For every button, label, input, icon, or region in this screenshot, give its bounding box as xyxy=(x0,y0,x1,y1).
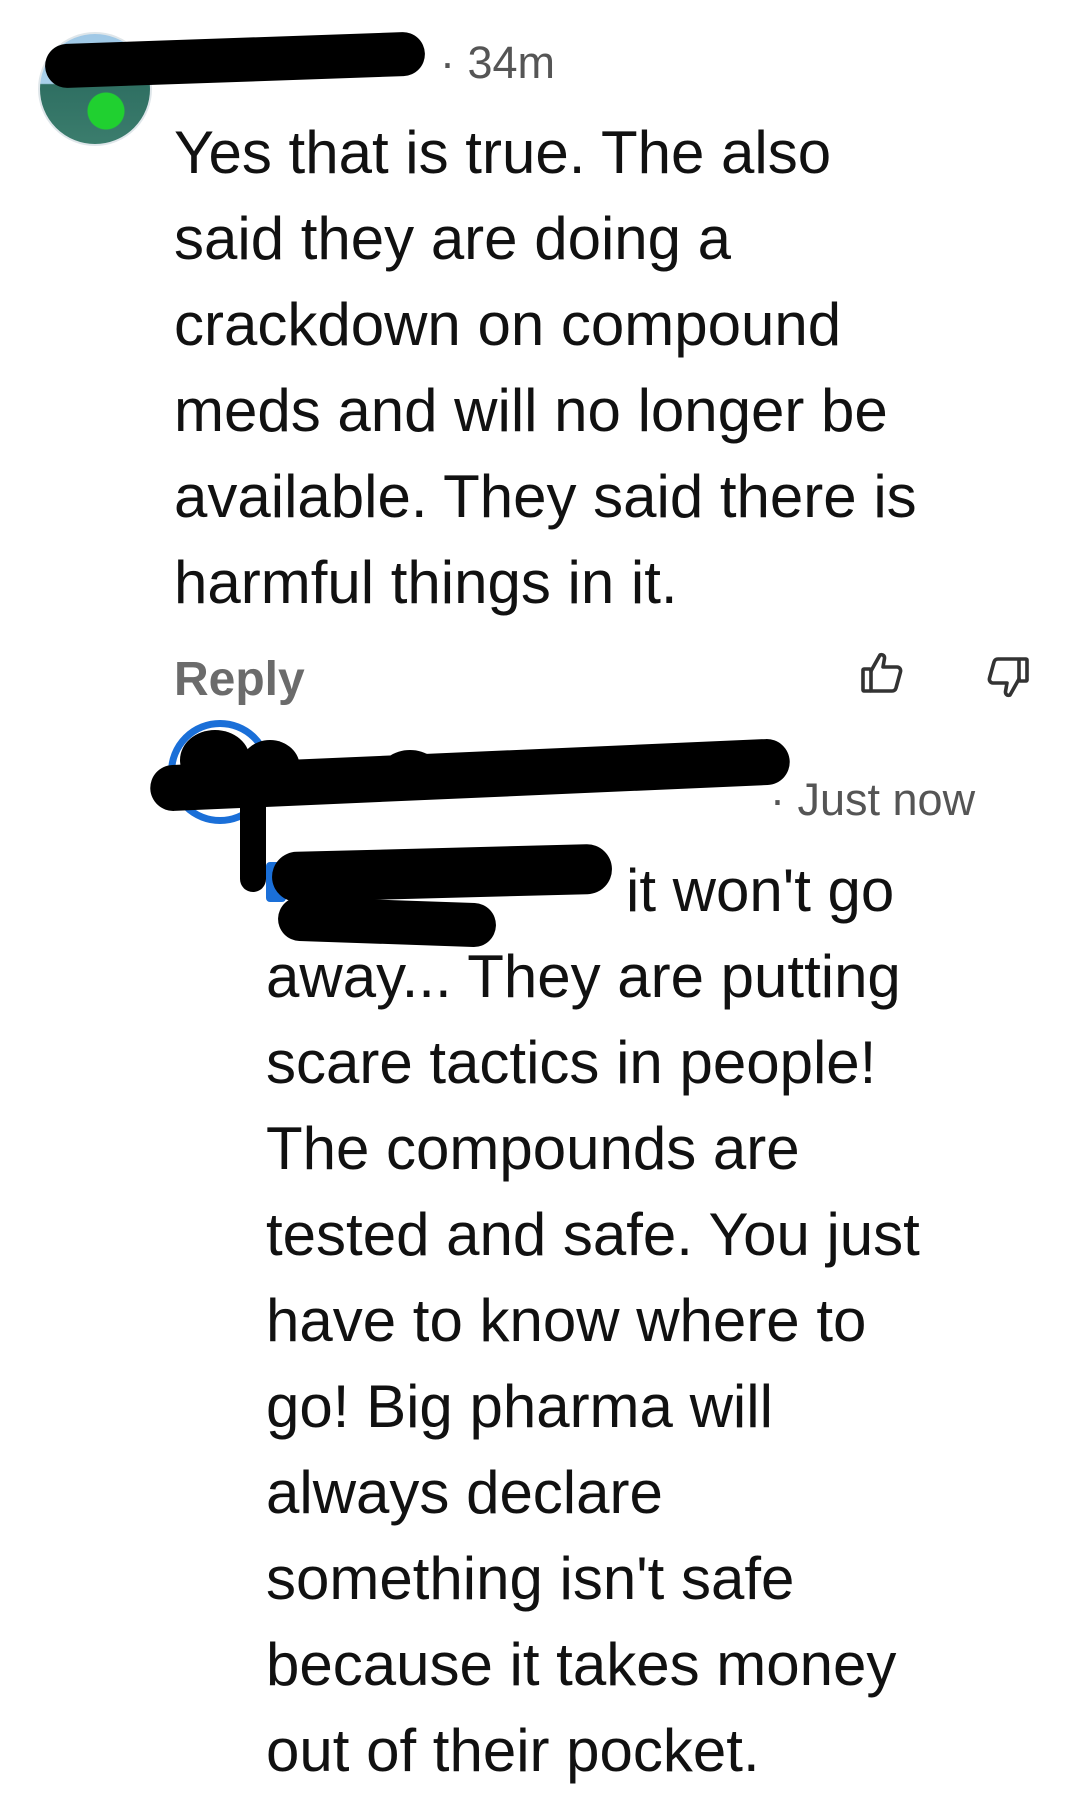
redacted-scribble xyxy=(240,780,266,892)
comment-line: Yes that is true. The also xyxy=(174,119,832,186)
reply-button[interactable]: Reply xyxy=(174,652,305,707)
comment-line: harmful things in it. xyxy=(174,549,678,616)
comment-line: it won't go xyxy=(626,857,895,924)
comment-line: always declare xyxy=(266,1459,663,1526)
comment-line: crackdown on compound xyxy=(174,291,842,358)
reply-body: it won't go away... They are putting sca… xyxy=(266,848,1066,1794)
comment-timestamp: 34m xyxy=(467,37,556,88)
comment-line: available. They said there is xyxy=(174,463,917,530)
comment-meta: · 34m xyxy=(440,37,556,88)
comment-line: away... They are putting xyxy=(266,943,901,1010)
comment-body: Yes that is true. The also said they are… xyxy=(174,110,1054,626)
thumbs-down-icon[interactable] xyxy=(984,652,1032,702)
redacted-scribble xyxy=(180,730,250,790)
comment-line: tested and safe. You just xyxy=(266,1201,920,1268)
comment-line: meds and will no longer be xyxy=(174,377,888,444)
comment-line: go! Big pharma will xyxy=(266,1373,773,1440)
comment-line: because it takes money xyxy=(266,1631,897,1698)
comment-line: scare tactics in people! xyxy=(266,1029,877,1096)
thumbs-up-icon[interactable] xyxy=(858,648,906,698)
comment-line: out of their pocket. xyxy=(266,1717,760,1784)
comment-line: something isn't safe xyxy=(266,1545,795,1612)
redacted-scribble xyxy=(380,750,440,795)
comment-line: have to know where to xyxy=(266,1287,867,1354)
comment-meta: · Just now xyxy=(770,774,976,825)
comment-line: The compounds are xyxy=(266,1115,800,1182)
comment-line: said they are doing a xyxy=(174,205,732,272)
comment-timestamp: Just now xyxy=(797,774,976,825)
